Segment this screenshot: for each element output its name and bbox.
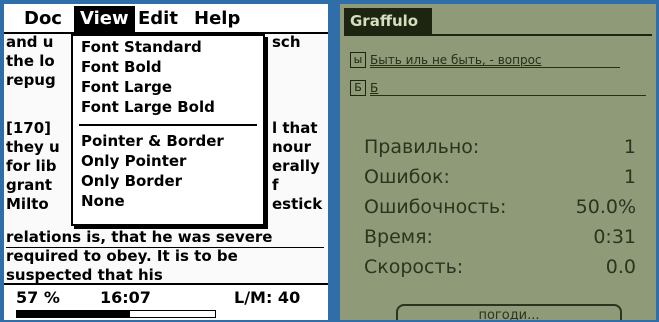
menu-item-only-pointer[interactable]: Only Pointer xyxy=(81,152,186,171)
menu-item-pointer-border[interactable]: Pointer & Border xyxy=(81,132,224,151)
stat-error-rate-value: 50.0% xyxy=(575,196,636,218)
stat-errors-label: Ошибок: xyxy=(364,166,450,188)
doc-line-fragment: nour xyxy=(272,138,312,156)
doc-line: suspected that his xyxy=(6,266,163,283)
doc-line: required to obey. It is to be xyxy=(6,247,238,265)
field-underline xyxy=(370,67,620,68)
target-text-field: ы Быть иль не быть, - вопрос xyxy=(350,52,646,70)
menu-bar: Doc View Edit Help xyxy=(4,4,328,34)
menu-view[interactable]: View xyxy=(74,6,135,32)
menu-item-font-large-bold[interactable]: Font Large Bold xyxy=(81,98,215,117)
doc-line-fragment: erally xyxy=(272,157,320,175)
reading-progress-bar[interactable] xyxy=(16,310,216,318)
menu-separator xyxy=(79,124,257,126)
typed-text: Б xyxy=(370,81,379,95)
field-underline xyxy=(370,95,646,96)
stat-speed-label: Скорость: xyxy=(364,256,464,278)
reading-progress-fill xyxy=(17,311,130,317)
stat-time-label: Время: xyxy=(364,226,433,248)
stat-speed-value: 0.0 xyxy=(605,256,636,278)
menu-doc[interactable]: Doc xyxy=(18,6,68,32)
input-text-field[interactable]: Б Б xyxy=(350,80,646,98)
menu-item-font-standard[interactable]: Font Standard xyxy=(81,38,202,57)
ebook-reader-screen: Doc View Edit Help and u the lo repug [1… xyxy=(4,4,328,320)
menu-item-none[interactable]: None xyxy=(81,192,125,211)
stat-correct-value: 1 xyxy=(623,136,636,158)
menu-item-font-bold[interactable]: Font Bold xyxy=(81,58,162,77)
status-bar: 57 % 16:07 L/M: 40 xyxy=(4,283,328,320)
app-title: Graffulo xyxy=(344,8,432,34)
title-divider xyxy=(344,34,652,36)
read-percent: 57 % xyxy=(16,288,60,307)
graffulo-screen: Graffulo ы Быть иль не быть, - вопрос Б … xyxy=(340,4,656,320)
field-badge: Б xyxy=(350,80,366,96)
menu-help[interactable]: Help xyxy=(188,6,246,32)
field-badge: ы xyxy=(350,52,366,68)
menu-edit[interactable]: Edit xyxy=(132,6,184,32)
doc-line-fragment: f xyxy=(272,176,279,194)
view-dropdown-menu: Font Standard Font Bold Font Large Font … xyxy=(71,34,265,226)
doc-line-fragment: l that xyxy=(272,119,318,137)
doc-line-fragment: estick xyxy=(272,195,323,213)
line-margin-indicator: L/M: 40 xyxy=(234,288,301,307)
doc-line-fragment: sch xyxy=(272,33,301,51)
doc-line: relations is, that he was severe xyxy=(6,228,324,248)
stat-error-rate-label: Ошибочность: xyxy=(364,196,507,218)
clock-time: 16:07 xyxy=(100,288,151,307)
target-text: Быть иль не быть, - вопрос xyxy=(370,53,542,67)
menu-item-font-large[interactable]: Font Large xyxy=(81,78,172,97)
stat-correct-label: Правильно: xyxy=(364,136,480,158)
stat-time-value: 0:31 xyxy=(593,226,636,248)
wait-button[interactable]: погоди... xyxy=(396,304,622,320)
menu-item-only-border[interactable]: Only Border xyxy=(81,172,182,191)
stat-errors-value: 1 xyxy=(623,166,636,188)
